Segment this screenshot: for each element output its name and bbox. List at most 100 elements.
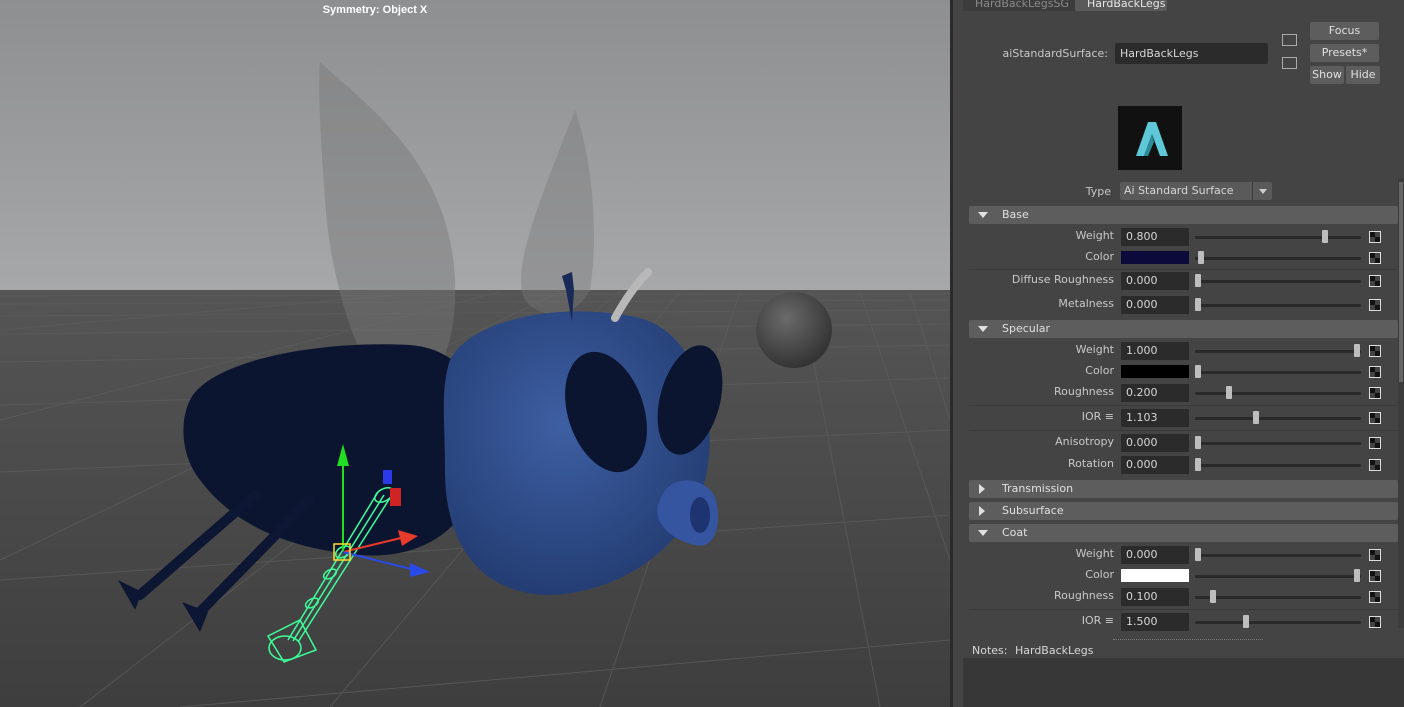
coat-color-slider[interactable] <box>1195 575 1361 578</box>
specular-roughness-field[interactable]: 0.200 <box>1121 384 1189 402</box>
coat-ior-field[interactable]: 1.500 <box>1121 613 1189 631</box>
resize-handle[interactable] <box>1113 639 1263 640</box>
map-button-icon[interactable] <box>1369 366 1381 378</box>
expand-triangle-icon <box>979 506 985 516</box>
divider <box>969 405 1398 406</box>
map-button-icon[interactable] <box>1369 459 1381 471</box>
diffuse-roughness-slider-handle[interactable] <box>1195 274 1201 287</box>
coat-roughness-row: Roughness 0.100 <box>969 586 1398 608</box>
divider <box>969 609 1398 610</box>
base-weight-slider[interactable] <box>1195 236 1361 239</box>
specular-ior-field[interactable]: 1.103 <box>1121 409 1189 427</box>
tab-shading-group[interactable]: HardBackLegsSG <box>963 0 1075 11</box>
specular-roughness-slider-handle[interactable] <box>1226 386 1232 399</box>
coat-weight-row: Weight 0.000 <box>969 544 1398 566</box>
specular-roughness-row: Roughness 0.200 <box>969 382 1398 404</box>
map-button-icon[interactable] <box>1369 275 1381 287</box>
input-connections-icon[interactable] <box>1282 34 1297 46</box>
section-transmission[interactable]: Transmission <box>969 480 1398 498</box>
metalness-slider[interactable] <box>1195 304 1361 307</box>
scene-render[interactable] <box>0 0 950 707</box>
chevron-down-icon[interactable] <box>1252 182 1272 200</box>
collapse-triangle-icon <box>978 212 988 218</box>
specular-color-slider-handle[interactable] <box>1195 365 1201 378</box>
specular-weight-field[interactable]: 1.000 <box>1121 342 1189 360</box>
section-specular[interactable]: Specular <box>969 320 1398 338</box>
anisotropy-slider[interactable] <box>1195 442 1361 445</box>
map-button-icon[interactable] <box>1369 437 1381 449</box>
section-base[interactable]: Base <box>969 206 1398 224</box>
coat-weight-slider[interactable] <box>1195 554 1361 557</box>
map-button-icon[interactable] <box>1369 231 1381 243</box>
base-weight-slider-handle[interactable] <box>1322 230 1328 243</box>
coat-roughness-field[interactable]: 0.100 <box>1121 588 1189 606</box>
coat-weight-slider-handle[interactable] <box>1195 548 1201 561</box>
scrollbar-thumb[interactable] <box>1399 182 1403 382</box>
section-coat[interactable]: Coat <box>969 524 1398 542</box>
specular-color-slider[interactable] <box>1195 371 1361 374</box>
section-subsurface[interactable]: Subsurface <box>969 502 1398 520</box>
specular-roughness-slider[interactable] <box>1195 392 1361 395</box>
coat-weight-label: Weight <box>1075 547 1114 560</box>
notes-label-text: Notes: <box>972 644 1008 657</box>
specular-weight-label: Weight <box>1075 343 1114 356</box>
show-button[interactable]: Show <box>1310 66 1344 84</box>
metalness-field[interactable]: 0.000 <box>1121 296 1189 314</box>
map-button-icon[interactable] <box>1369 252 1381 264</box>
map-button-icon[interactable] <box>1369 299 1381 311</box>
divider <box>969 430 1398 431</box>
coat-ior-row: IOR ≡ 1.500 <box>969 611 1398 633</box>
anisotropy-label: Anisotropy <box>1055 435 1114 448</box>
anisotropy-field[interactable]: 0.000 <box>1121 434 1189 452</box>
coat-ior-slider[interactable] <box>1195 621 1361 624</box>
focus-button[interactable]: Focus <box>1310 22 1379 40</box>
tab-material[interactable]: HardBackLegs <box>1075 0 1167 11</box>
rotation-label: Rotation <box>1067 457 1114 470</box>
specular-weight-slider[interactable] <box>1195 350 1361 353</box>
section-specular-label: Specular <box>1002 322 1051 335</box>
map-button-icon[interactable] <box>1369 616 1381 628</box>
base-color-swatch[interactable] <box>1121 251 1189 264</box>
map-button-icon[interactable] <box>1369 591 1381 603</box>
presets-button[interactable]: Presets* <box>1310 44 1379 62</box>
coat-ior-slider-handle[interactable] <box>1243 615 1249 628</box>
rotation-slider-handle[interactable] <box>1195 458 1201 471</box>
specular-ior-slider[interactable] <box>1195 417 1361 420</box>
hide-button[interactable]: Hide <box>1346 66 1380 84</box>
map-button-icon[interactable] <box>1369 549 1381 561</box>
arnold-logo-icon <box>1118 106 1182 170</box>
anisotropy-slider-handle[interactable] <box>1195 436 1201 449</box>
specular-weight-slider-handle[interactable] <box>1354 344 1360 357</box>
coat-color-slider-handle[interactable] <box>1354 569 1360 582</box>
sphere-object[interactable] <box>756 292 832 368</box>
shader-name-field[interactable]: HardBackLegs <box>1115 43 1268 64</box>
base-color-slider[interactable] <box>1195 257 1361 260</box>
map-button-icon[interactable] <box>1369 345 1381 357</box>
specular-color-swatch[interactable] <box>1121 365 1189 378</box>
specular-ior-label: IOR ≡ <box>1081 410 1114 423</box>
map-button-icon[interactable] <box>1369 387 1381 399</box>
specular-ior-slider-handle[interactable] <box>1253 411 1259 424</box>
coat-roughness-slider[interactable] <box>1195 596 1361 599</box>
output-connections-icon[interactable] <box>1282 57 1297 69</box>
type-dropdown-value: Ai Standard Surface <box>1124 184 1234 197</box>
diffuse-roughness-slider[interactable] <box>1195 280 1361 283</box>
coat-roughness-slider-handle[interactable] <box>1210 590 1216 603</box>
rotation-field[interactable]: 0.000 <box>1121 456 1189 474</box>
base-weight-field[interactable]: 0.800 <box>1121 228 1189 246</box>
viewport-3d[interactable]: Symmetry: Object X <box>0 0 950 707</box>
map-button-icon[interactable] <box>1369 412 1381 424</box>
attribute-scrollbar[interactable] <box>1398 178 1404 628</box>
coat-color-swatch[interactable] <box>1121 569 1189 582</box>
metalness-slider-handle[interactable] <box>1195 298 1201 311</box>
diffuse-roughness-field[interactable]: 0.000 <box>1121 272 1189 290</box>
specular-ior-row: IOR ≡ 1.103 <box>969 407 1398 429</box>
rotation-slider[interactable] <box>1195 464 1361 467</box>
notes-textarea[interactable] <box>963 658 1404 707</box>
coat-weight-field[interactable]: 0.000 <box>1121 546 1189 564</box>
base-color-slider-handle[interactable] <box>1198 251 1204 264</box>
map-button-icon[interactable] <box>1369 570 1381 582</box>
type-dropdown[interactable]: Ai Standard Surface <box>1120 182 1272 200</box>
notes-label-value: HardBackLegs <box>1014 644 1094 657</box>
base-color-row: Color <box>969 247 1398 269</box>
